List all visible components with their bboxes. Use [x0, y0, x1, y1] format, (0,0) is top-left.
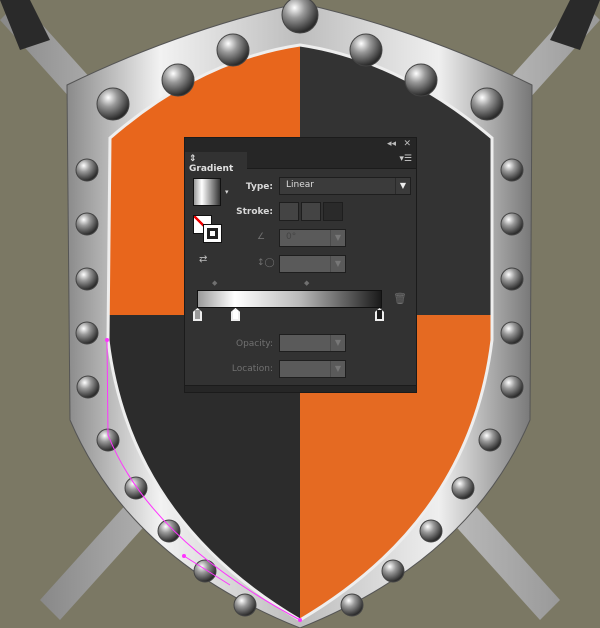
trash-icon[interactable]: 🗑 — [393, 292, 407, 305]
rivet — [419, 519, 443, 543]
rivet — [451, 476, 475, 500]
type-label: Type: — [245, 182, 273, 192]
type-select[interactable]: Linear ▼ — [279, 177, 411, 195]
stroke-along-button[interactable] — [301, 202, 321, 221]
gradient-stop[interactable] — [375, 308, 384, 321]
rivet — [340, 593, 364, 617]
gradient-stop[interactable] — [231, 308, 240, 321]
midpoint-diamond[interactable]: ◆ — [304, 279, 309, 287]
rivet — [124, 476, 148, 500]
rivet — [75, 212, 99, 236]
rivet — [478, 428, 502, 452]
stroke-across-button[interactable] — [323, 202, 343, 221]
chevron-down-icon: ▼ — [330, 361, 345, 377]
rivet — [161, 63, 195, 97]
rivet — [75, 321, 99, 345]
rivet — [75, 267, 99, 291]
rivet — [500, 375, 524, 399]
stroke-label: Stroke: — [236, 207, 273, 217]
angle-field[interactable]: 0° ▼ — [279, 229, 346, 247]
tab-label: Gradient — [189, 164, 234, 174]
stroke-icon[interactable] — [203, 224, 222, 243]
rivet — [157, 519, 181, 543]
rivet — [500, 212, 524, 236]
gradient-panel: ◂◂ ✕ ⇕ Gradient ▾☰ ▾ ⇄ Type: Linear ▼ Str… — [184, 137, 417, 393]
gradient-slider[interactable] — [197, 290, 382, 308]
panel-resize-bar[interactable] — [185, 385, 416, 392]
aspect-ratio-field[interactable]: ▼ — [279, 255, 346, 273]
rivet — [381, 559, 405, 583]
panel-menu-icon[interactable]: ▾☰ — [399, 154, 412, 164]
location-field[interactable]: ▼ — [279, 360, 346, 378]
gradient-swatch[interactable] — [193, 178, 221, 206]
chevron-down-icon: ▼ — [330, 256, 345, 272]
reverse-gradient-icon[interactable]: ⇄ — [199, 254, 207, 265]
chevron-down-icon: ▼ — [395, 178, 410, 194]
chevron-down-icon: ▼ — [330, 230, 345, 246]
angle-value: 0° — [286, 232, 297, 242]
type-value: Linear — [286, 180, 314, 190]
rivet — [233, 593, 257, 617]
rivet — [75, 158, 99, 182]
rivet — [193, 559, 217, 583]
rivet — [281, 0, 319, 34]
opacity-label: Opacity: — [236, 339, 273, 349]
rivet — [349, 33, 383, 67]
midpoint-diamond[interactable]: ◆ — [212, 279, 217, 287]
chevron-down-icon: ▼ — [330, 335, 345, 351]
tab-gradient[interactable]: ⇕ Gradient — [185, 152, 247, 174]
aspect-ratio-icon: ↕◯ — [257, 258, 275, 268]
rivet — [96, 87, 130, 121]
opacity-field[interactable]: ▼ — [279, 334, 346, 352]
angle-icon: ∠ — [257, 232, 266, 242]
location-label: Location: — [231, 364, 273, 374]
gradient-stop[interactable] — [193, 308, 202, 321]
close-icon[interactable]: ✕ — [403, 139, 411, 149]
panel-titlebar[interactable]: ◂◂ ✕ — [185, 138, 416, 152]
collapse-icon[interactable]: ◂◂ — [387, 139, 396, 149]
rivet — [76, 375, 100, 399]
rivet — [500, 321, 524, 345]
rivet — [470, 87, 504, 121]
rivet — [500, 158, 524, 182]
stroke-within-button[interactable] — [279, 202, 299, 221]
rivet — [216, 33, 250, 67]
rivet — [404, 63, 438, 97]
rivet — [500, 267, 524, 291]
